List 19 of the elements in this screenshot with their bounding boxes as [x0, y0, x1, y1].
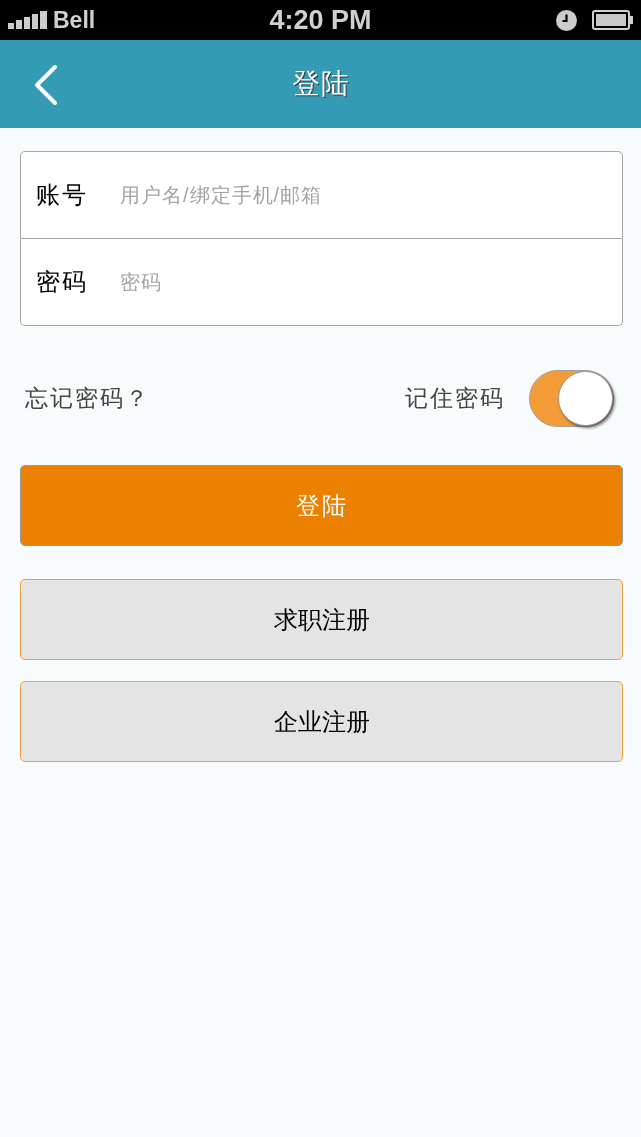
forgot-password-link[interactable]: 忘记密码？ [25, 387, 150, 410]
remember-password-toggle[interactable] [529, 370, 614, 427]
back-button[interactable] [33, 64, 59, 106]
password-input[interactable]: 密码 [120, 239, 614, 325]
account-input[interactable]: 用户名/绑定手机/邮箱 [120, 152, 614, 238]
battery-icon [592, 10, 633, 30]
field-label: 密码 [35, 270, 89, 294]
signal-icon [8, 11, 47, 29]
carrier-name: Bell [53, 8, 96, 32]
remember-password-label: 记住密码 [405, 387, 505, 410]
page-title: 登陆 [291, 70, 350, 98]
status-time: 4:20 PM [269, 6, 372, 34]
password-field[interactable]: 密码 密码 [20, 239, 623, 326]
field-label: 账号 [35, 183, 89, 207]
clock-icon [556, 9, 577, 31]
register-button[interactable]: 求职注册 [20, 579, 623, 660]
register-button[interactable]: 企业注册 [20, 681, 623, 762]
account-field[interactable]: 账号 用户名/绑定手机/邮箱 [20, 151, 623, 239]
back-chevron-icon [33, 64, 59, 106]
